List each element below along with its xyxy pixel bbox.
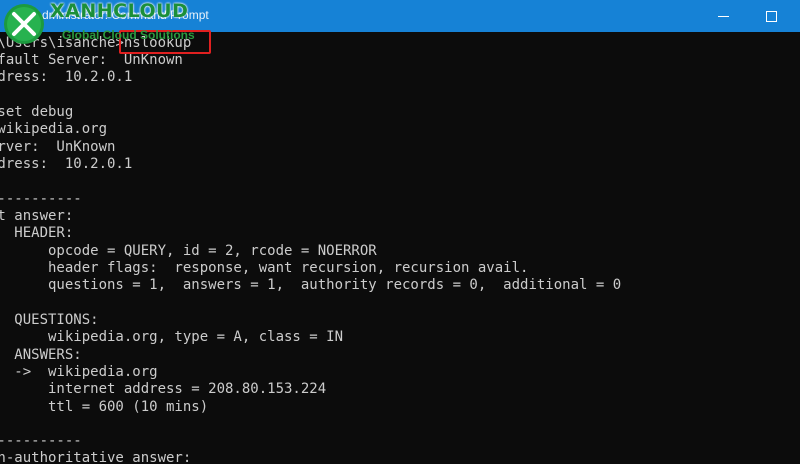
watermark-tagline: Global Cloud Solutions <box>62 28 195 42</box>
console-line: ddress: 10.2.0.1 <box>0 156 133 172</box>
console-line: header flags: response, want recursion, … <box>0 260 529 276</box>
console-line: efault Server: UnKnown <box>0 52 183 68</box>
console-line: opcode = QUERY, id = 2, rcode = NOERROR <box>0 243 377 259</box>
minimize-button[interactable] <box>700 0 746 32</box>
console-line: wikipedia.org, type = A, class = IN <box>0 329 344 345</box>
console-line: ----------- <box>0 433 82 449</box>
console-line: set debug <box>0 104 74 120</box>
console-line: QUESTIONS: <box>14 312 99 328</box>
console-line: wikipedia.org <box>0 121 108 137</box>
console-line: ot answer: <box>0 208 74 224</box>
console-output[interactable]: :\Users\isanche>nslookup efault Server: … <box>0 32 800 464</box>
maximize-icon <box>765 10 777 22</box>
console-line: on-authoritative answer: <box>0 450 192 464</box>
watermark-brand: XANHCLOUD <box>50 0 189 22</box>
console-line: -> wikipedia.org <box>0 364 158 380</box>
console-line: ttl = 600 (10 mins) <box>0 399 209 415</box>
console-line: ----------- <box>0 191 82 207</box>
console-line: HEADER: <box>14 225 74 241</box>
watermark-logo: XANHCLOUD Global Cloud Solutions <box>2 0 222 48</box>
console-line: questions = 1, answers = 1, authority re… <box>0 277 622 293</box>
minimize-icon <box>717 15 729 17</box>
console-line: ANSWERS: <box>14 347 82 363</box>
console-line: internet address = 208.80.153.224 <box>0 381 327 397</box>
maximize-button[interactable] <box>748 0 794 32</box>
console-line: ddress: 10.2.0.1 <box>0 69 133 85</box>
console-line: erver: UnKnown <box>0 139 116 155</box>
cloud-logo-icon <box>4 4 44 44</box>
